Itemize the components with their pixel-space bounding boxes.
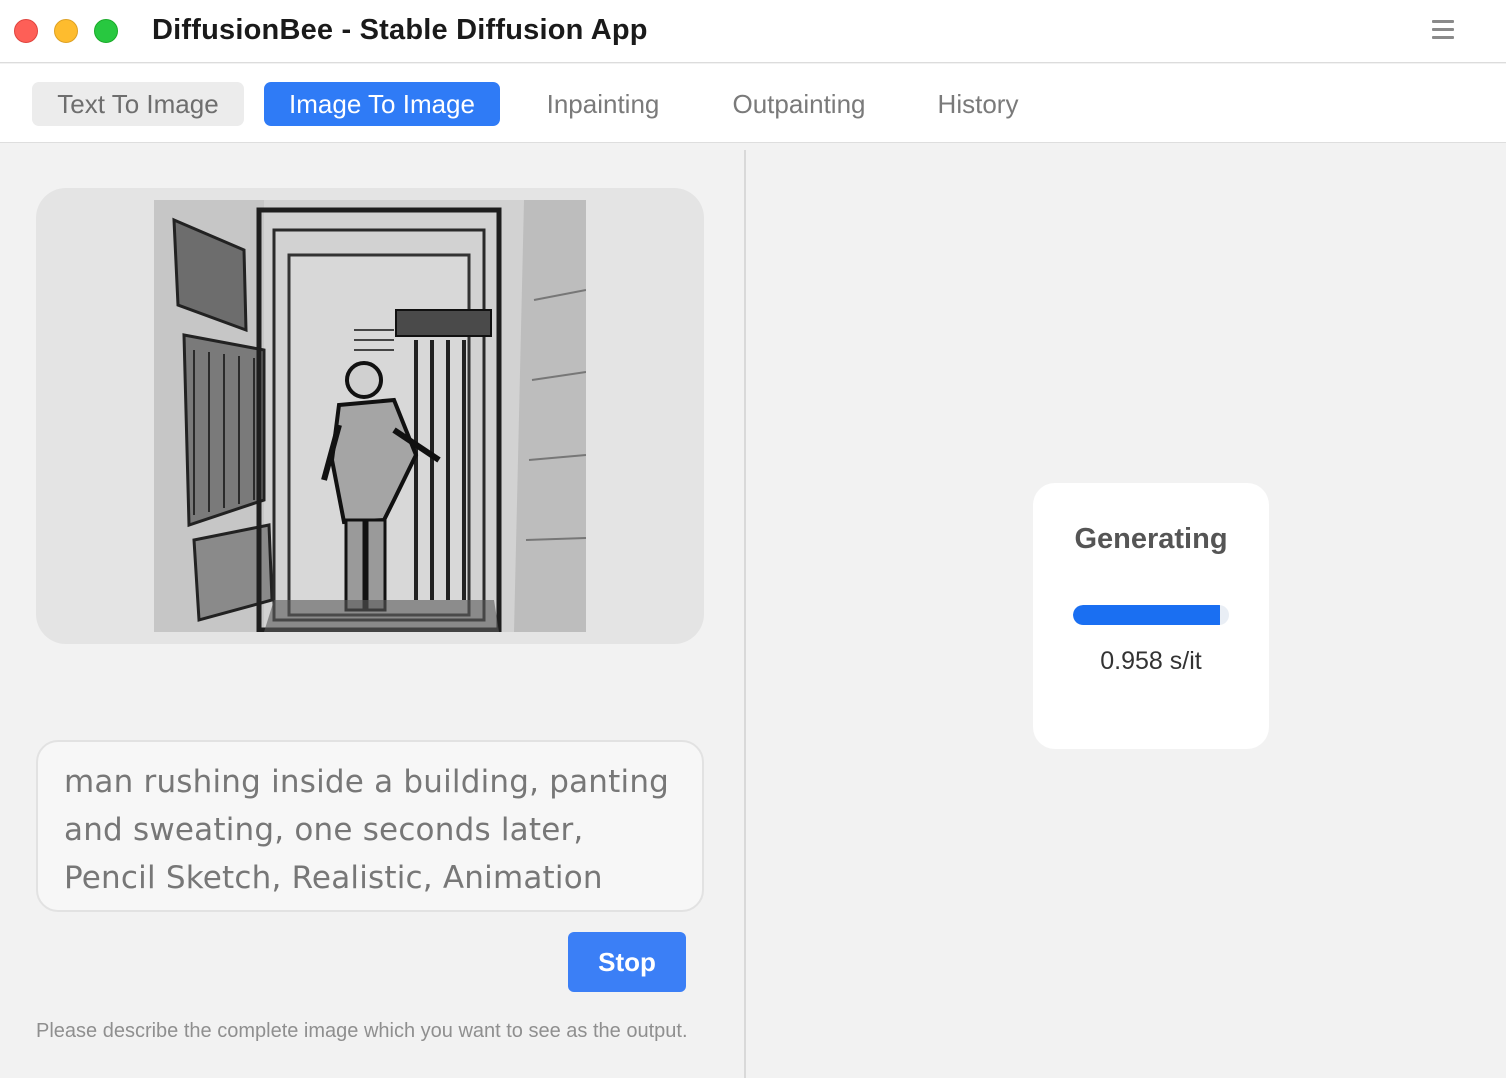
prompt-input[interactable]: man rushing inside a building, panting a… <box>36 740 704 912</box>
progress-bar-fill <box>1073 605 1220 625</box>
progress-bar <box>1073 605 1229 625</box>
generating-status-card: Generating 0.958 s/it <box>1033 483 1269 749</box>
hamburger-menu-icon[interactable] <box>1432 20 1454 40</box>
tab-text-to-image[interactable]: Text To Image <box>32 82 244 126</box>
tab-inpainting[interactable]: Inpainting <box>530 82 676 126</box>
generating-title: Generating <box>1074 523 1228 555</box>
generation-speed: 0.958 s/it <box>1100 647 1202 675</box>
close-window-button[interactable] <box>14 19 38 43</box>
minimize-window-button[interactable] <box>54 19 78 43</box>
panel-divider[interactable] <box>744 150 746 1078</box>
tab-outpainting[interactable]: Outpainting <box>716 82 882 126</box>
tab-bar: Text To Image Image To Image Inpainting … <box>0 64 1506 143</box>
tab-history[interactable]: History <box>922 82 1034 126</box>
prompt-hint: Please describe the complete image which… <box>36 1020 688 1042</box>
input-image <box>154 200 586 632</box>
title-bar: DiffusionBee - Stable Diffusion App <box>0 0 1506 63</box>
tab-image-to-image[interactable]: Image To Image <box>264 82 500 126</box>
stop-button[interactable]: Stop <box>568 932 686 992</box>
app-title: DiffusionBee - Stable Diffusion App <box>152 14 648 46</box>
input-image-panel[interactable] <box>36 188 704 644</box>
maximize-window-button[interactable] <box>94 19 118 43</box>
